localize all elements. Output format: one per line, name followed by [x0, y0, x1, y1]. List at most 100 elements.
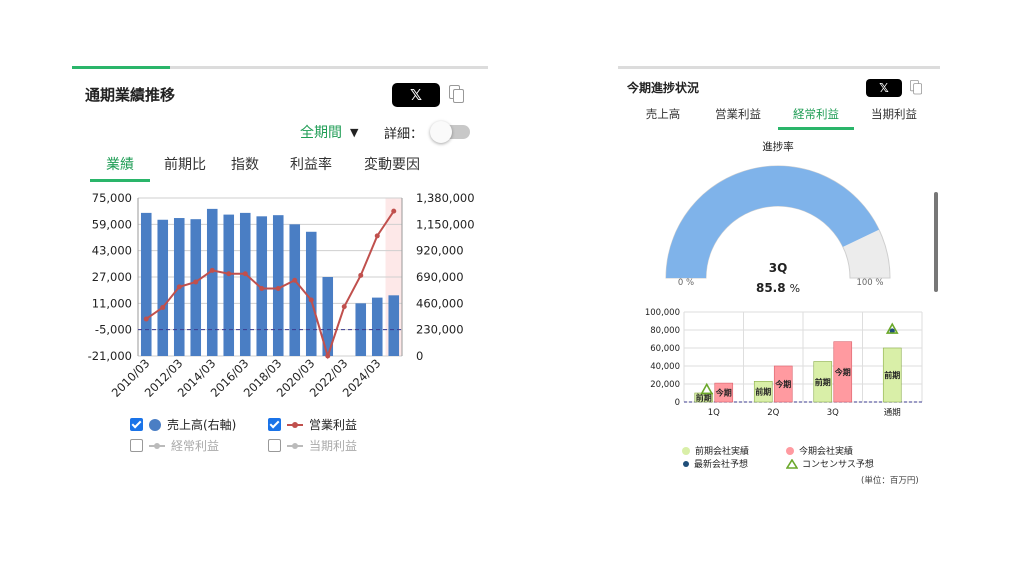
point-operating-profit — [341, 304, 347, 310]
detail-label: 詳細： — [384, 127, 424, 142]
tab-results[interactable]: 業績 — [90, 154, 150, 182]
tab-factors[interactable]: 変動要因 — [352, 154, 432, 174]
legend-ordinary-profit[interactable]: 経常利益 — [130, 437, 219, 454]
y-left-tick-label: 75,000 — [92, 191, 132, 205]
share-x-button[interactable]: 𝕏 — [392, 83, 440, 107]
bar-sales — [289, 224, 301, 356]
point-operating-profit — [226, 271, 232, 277]
y-tick-label: 80,000 — [650, 326, 680, 336]
legend-company-forecast: 最新会社予想 — [682, 457, 748, 470]
quarterly-progress-chart: 100,00080,00060,00040,00020,0000 前期今期1Q前期… — [645, 308, 923, 418]
bar-sales — [157, 219, 169, 356]
bar-label: 前期 — [815, 377, 831, 387]
y-tick-label: 100,000 — [645, 308, 680, 318]
y-left-tick-label: 11,000 — [92, 296, 132, 310]
left-tabbar: 業績 前期比 指数 利益率 変動要因 — [90, 154, 432, 182]
gauge-value-unit: % — [790, 282, 800, 295]
y-tick-label: 60,000 — [650, 344, 680, 354]
y-left-tick-label: 43,000 — [92, 244, 132, 258]
legend-net-profit-swatch — [287, 442, 303, 449]
tab-net-profit[interactable]: 当期利益 — [854, 106, 934, 122]
tab-sales[interactable]: 売上高 — [628, 106, 698, 122]
y-right-tick-label: 1,380,000 — [416, 191, 475, 205]
point-operating-profit — [176, 284, 182, 290]
share-x-button[interactable]: 𝕏 — [866, 79, 902, 97]
x-tick-label: 通期 — [884, 407, 901, 418]
tab-operating-profit[interactable]: 営業利益 — [698, 106, 778, 122]
legend-current-results-label: 今期会社実績 — [799, 447, 854, 457]
legend-current-results: 今期会社実績 — [786, 444, 853, 457]
tab-yoy[interactable]: 前期比 — [150, 154, 220, 174]
y-right-tick-label: 920,000 — [416, 244, 464, 258]
y-tick-label: 40,000 — [650, 362, 680, 372]
bar-label: 前期 — [884, 370, 900, 380]
legend-operating-profit-swatch — [287, 421, 303, 428]
period-select-value: 全期間 — [300, 125, 342, 141]
legend-operating-profit-label: 営業利益 — [309, 418, 358, 432]
point-operating-profit — [160, 304, 166, 310]
gauge-max-label: 100 % — [856, 278, 883, 288]
point-operating-profit — [143, 316, 149, 322]
unit-note: (単位：百万円) — [861, 476, 919, 486]
scrollbar[interactable] — [934, 192, 938, 292]
bar-sales — [388, 295, 400, 356]
panel-top-accent — [72, 66, 170, 69]
bar-label: 今期 — [834, 367, 851, 377]
bar-sales — [305, 231, 317, 356]
chevron-down-icon: ▼ — [350, 125, 359, 139]
legend-sales-label: 売上高(右軸) — [167, 418, 237, 432]
point-operating-profit — [391, 208, 397, 214]
y-left-tick-label: 59,000 — [92, 217, 132, 231]
panel-top-rule — [72, 66, 488, 69]
bar-sales — [223, 214, 235, 356]
tab-index[interactable]: 指数 — [220, 154, 270, 174]
tab-ordinary-profit[interactable]: 経常利益 — [778, 106, 854, 130]
bar-sales — [239, 212, 251, 356]
legend-sales[interactable]: 売上高(右軸) — [130, 416, 236, 433]
copy-icon[interactable] — [449, 85, 465, 103]
panel-top-rule — [618, 66, 940, 69]
gauge-value: 85.8% — [756, 281, 800, 295]
legend-company-forecast-label: 最新会社予想 — [694, 460, 749, 470]
point-operating-profit — [325, 353, 331, 359]
panel-title: 今期進捗状況 — [627, 81, 700, 95]
gauge-label: 進捗率 — [762, 140, 794, 153]
gauge-min-label: 0 % — [678, 278, 694, 288]
detail-toggle[interactable] — [430, 121, 470, 143]
point-operating-profit — [358, 272, 364, 278]
period-select[interactable]: 全期間 ▼ — [300, 122, 358, 142]
bar-label: 今期 — [774, 379, 791, 389]
legend-prev-results: 前期会社実績 — [682, 444, 749, 457]
point-operating-profit — [242, 271, 248, 277]
progress-gauge: 進捗率 3Q 85.8 % 0 % 100 % — [665, 140, 891, 295]
checkbox-ordinary-profit[interactable] — [130, 439, 143, 452]
y-right-tick-label: 230,000 — [416, 323, 464, 337]
gauge-center-label: 3Q — [769, 261, 788, 275]
y-right-tick-label: 690,000 — [416, 270, 464, 284]
legend-prev-results-label: 前期会社実績 — [695, 447, 750, 457]
y-tick-label: 20,000 — [650, 380, 680, 390]
legend-consensus: コンセンサス予想 — [786, 457, 874, 470]
legend-company-forecast-swatch — [683, 460, 689, 467]
x-tick-label: 2Q — [767, 408, 779, 418]
tab-margin[interactable]: 利益率 — [270, 154, 352, 174]
annual-performance-panel: 通期業績推移 𝕏 全期間 ▼ 詳細： 業績 前期比 指数 利益率 変動要因 75… — [72, 66, 488, 466]
checkbox-sales[interactable] — [130, 418, 143, 431]
annual-performance-chart: 75,000 59,000 43,000 27,000 11,000 -5,000 -21,… — [88, 191, 475, 400]
legend-consensus-label: コンセンサス予想 — [802, 460, 874, 470]
gauge-value-number: 85.8 — [756, 281, 786, 295]
point-operating-profit — [209, 267, 215, 273]
point-operating-profit — [193, 279, 199, 285]
y-right-tick-label: 460,000 — [416, 296, 464, 310]
legend-net-profit[interactable]: 当期利益 — [268, 437, 357, 454]
copy-icon[interactable] — [910, 80, 923, 95]
checkbox-net-profit[interactable] — [268, 439, 281, 452]
checkbox-operating-profit[interactable] — [268, 418, 281, 431]
y-left-tick-label: -5,000 — [95, 323, 132, 337]
progress-panel: 今期進捗状況 𝕏 売上高 営業利益 経常利益 当期利益 進捗率 3Q 85.8% 0 … — [618, 66, 940, 486]
x-tick-label: 3Q — [827, 408, 839, 418]
legend-operating-profit[interactable]: 営業利益 — [268, 416, 357, 433]
y-left-tick-label: 27,000 — [92, 270, 132, 284]
bar-label: 今期 — [715, 388, 732, 398]
bar-sales — [371, 297, 383, 356]
